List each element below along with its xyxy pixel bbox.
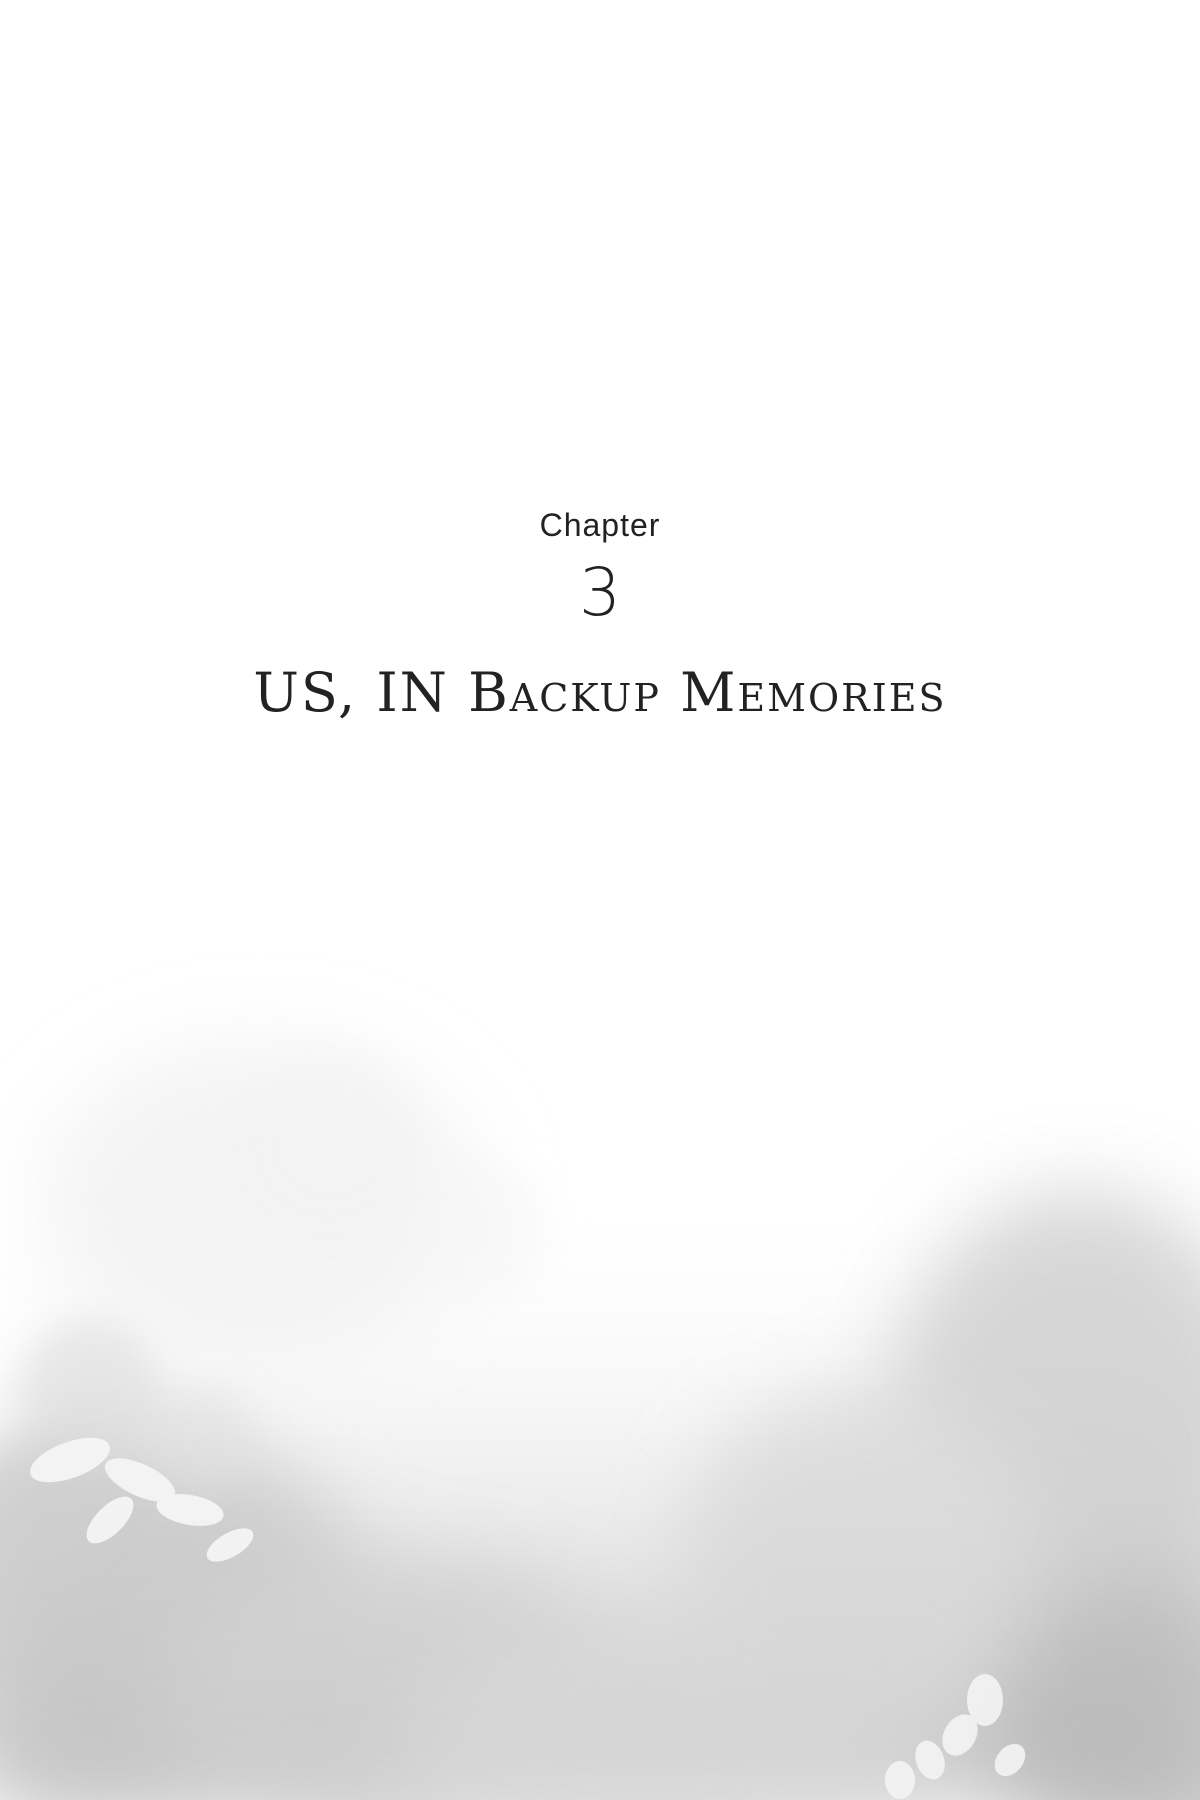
chapter-label: Chapter <box>539 507 661 543</box>
chapter-number: 3 <box>579 554 621 631</box>
watercolor-background-illustration <box>0 1040 1200 1800</box>
chapter-title: US, IN Backup Memories <box>253 661 947 724</box>
chapter-title-page: Chapter 3 US, IN Backup Memories <box>0 0 1200 1800</box>
